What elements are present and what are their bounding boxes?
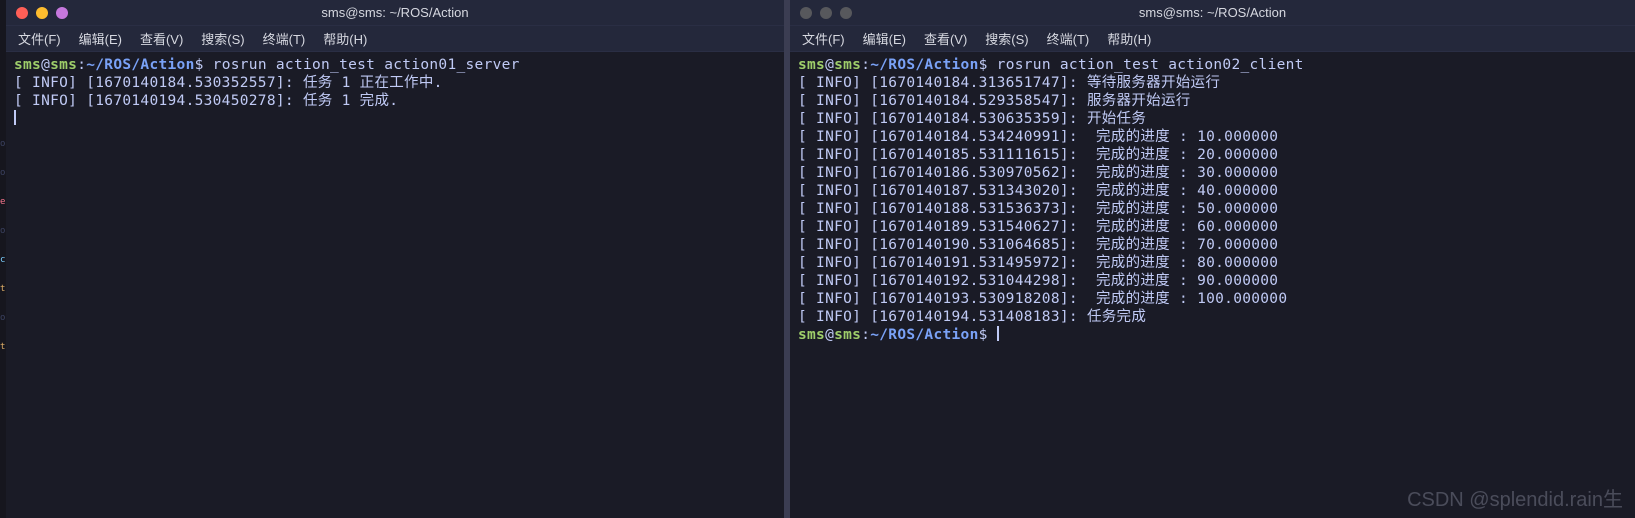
prompt-path: ~/ROS/Action bbox=[870, 57, 978, 73]
cursor-icon bbox=[14, 110, 16, 125]
window-title-right: sms@sms: ~/ROS/Action bbox=[1139, 5, 1286, 20]
window-controls-right bbox=[800, 7, 852, 19]
prompt-at: @ bbox=[41, 57, 50, 73]
menubar-left: 文件(F) 编辑(E) 查看(V) 搜索(S) 终端(T) 帮助(H) bbox=[6, 26, 784, 52]
terminal-left: sms@sms: ~/ROS/Action 文件(F) 编辑(E) 查看(V) 搜索(… bbox=[6, 0, 784, 518]
menu-item[interactable]: 文件(F) bbox=[18, 29, 61, 48]
prompt-user: sms bbox=[14, 57, 41, 73]
terminal-right: sms@sms: ~/ROS/Action 文件(F)编辑(E)查看(V)搜索(… bbox=[790, 0, 1635, 518]
menu-item[interactable]: 查看(V) bbox=[924, 29, 967, 48]
prompt-colon: : bbox=[861, 327, 870, 343]
log-line: [ INFO] [1670140194.530450278]: 任务 1 完成. bbox=[14, 93, 398, 109]
prompt-colon: : bbox=[77, 57, 86, 73]
log-line: [ INFO] [1670140184.530635359]: 开始任务 bbox=[798, 111, 1146, 127]
log-line: [ INFO] [1670140184.313651747]: 等待服务器开始运… bbox=[798, 75, 1220, 91]
log-line: [ INFO] [1670140184.530352557]: 任务 1 正在工… bbox=[14, 75, 443, 91]
prompt-host: sms bbox=[50, 57, 77, 73]
log-line: [ INFO] [1670140190.531064685]: 完成的进度 : … bbox=[798, 237, 1278, 253]
prompt-user: sms bbox=[798, 57, 825, 73]
titlebar-right[interactable]: sms@sms: ~/ROS/Action bbox=[790, 0, 1635, 26]
menu-item[interactable]: 搜索(S) bbox=[985, 29, 1028, 48]
log-line: [ INFO] [1670140185.531111615]: 完成的进度 : … bbox=[798, 147, 1278, 163]
prompt-at: @ bbox=[825, 57, 834, 73]
command-text: rosrun action_test action02_client bbox=[997, 57, 1304, 73]
minimize-icon[interactable] bbox=[820, 7, 832, 19]
menu-item[interactable]: 帮助(H) bbox=[323, 29, 367, 48]
prompt-at: @ bbox=[825, 327, 834, 343]
log-line: [ INFO] [1670140193.530918208]: 完成的进度 : … bbox=[798, 291, 1287, 307]
prompt-colon: : bbox=[861, 57, 870, 73]
menu-item[interactable]: 查看(V) bbox=[140, 29, 183, 48]
log-line: [ INFO] [1670140187.531343020]: 完成的进度 : … bbox=[798, 183, 1278, 199]
terminal-body-right[interactable]: sms@sms:~/ROS/Action$ rosrun action_test… bbox=[790, 52, 1635, 518]
log-line: [ INFO] [1670140188.531536373]: 完成的进度 : … bbox=[798, 201, 1278, 217]
prompt-sym: $ bbox=[979, 57, 988, 73]
menu-item[interactable]: 文件(F) bbox=[802, 29, 845, 48]
titlebar-left[interactable]: sms@sms: ~/ROS/Action bbox=[6, 0, 784, 26]
menu-item[interactable]: 搜索(S) bbox=[201, 29, 244, 48]
log-line: [ INFO] [1670140186.530970562]: 完成的进度 : … bbox=[798, 165, 1278, 181]
prompt-host: sms bbox=[834, 57, 861, 73]
maximize-icon[interactable] bbox=[56, 7, 68, 19]
menubar-right: 文件(F) 编辑(E) 查看(V) 搜索(S) 终端(T) 帮助(H) bbox=[790, 26, 1635, 52]
terminal-body-left[interactable]: sms@sms:~/ROS/Action$ rosrun action_test… bbox=[6, 52, 784, 518]
close-icon[interactable] bbox=[800, 7, 812, 19]
log-line: [ INFO] [1670140192.531044298]: 完成的进度 : … bbox=[798, 273, 1278, 289]
window-title-left: sms@sms: ~/ROS/Action bbox=[321, 5, 468, 20]
prompt-user: sms bbox=[798, 327, 825, 343]
close-icon[interactable] bbox=[16, 7, 28, 19]
menu-item[interactable]: 帮助(H) bbox=[1107, 29, 1151, 48]
minimize-icon[interactable] bbox=[36, 7, 48, 19]
log-line: [ INFO] [1670140184.529358547]: 服务器开始运行 bbox=[798, 93, 1191, 109]
menu-item[interactable]: 终端(T) bbox=[263, 29, 306, 48]
menu-item[interactable]: 编辑(E) bbox=[863, 29, 906, 48]
command-text: rosrun action_test action01_server bbox=[213, 57, 520, 73]
prompt-host: sms bbox=[834, 327, 861, 343]
log-line: [ INFO] [1670140189.531540627]: 完成的进度 : … bbox=[798, 219, 1278, 235]
prompt-sym: $ bbox=[979, 327, 988, 343]
prompt-path: ~/ROS/Action bbox=[870, 327, 978, 343]
maximize-icon[interactable] bbox=[840, 7, 852, 19]
log-line: [ INFO] [1670140184.534240991]: 完成的进度 : … bbox=[798, 129, 1278, 145]
log-line: [ INFO] [1670140191.531495972]: 完成的进度 : … bbox=[798, 255, 1278, 271]
menu-item[interactable]: 终端(T) bbox=[1047, 29, 1090, 48]
window-controls-left bbox=[16, 7, 68, 19]
log-line: [ INFO] [1670140194.531408183]: 任务完成 bbox=[798, 309, 1146, 325]
menu-item[interactable]: 编辑(E) bbox=[79, 29, 122, 48]
prompt-path: ~/ROS/Action bbox=[86, 57, 194, 73]
prompt-sym: $ bbox=[195, 57, 204, 73]
cursor-icon bbox=[997, 326, 999, 341]
